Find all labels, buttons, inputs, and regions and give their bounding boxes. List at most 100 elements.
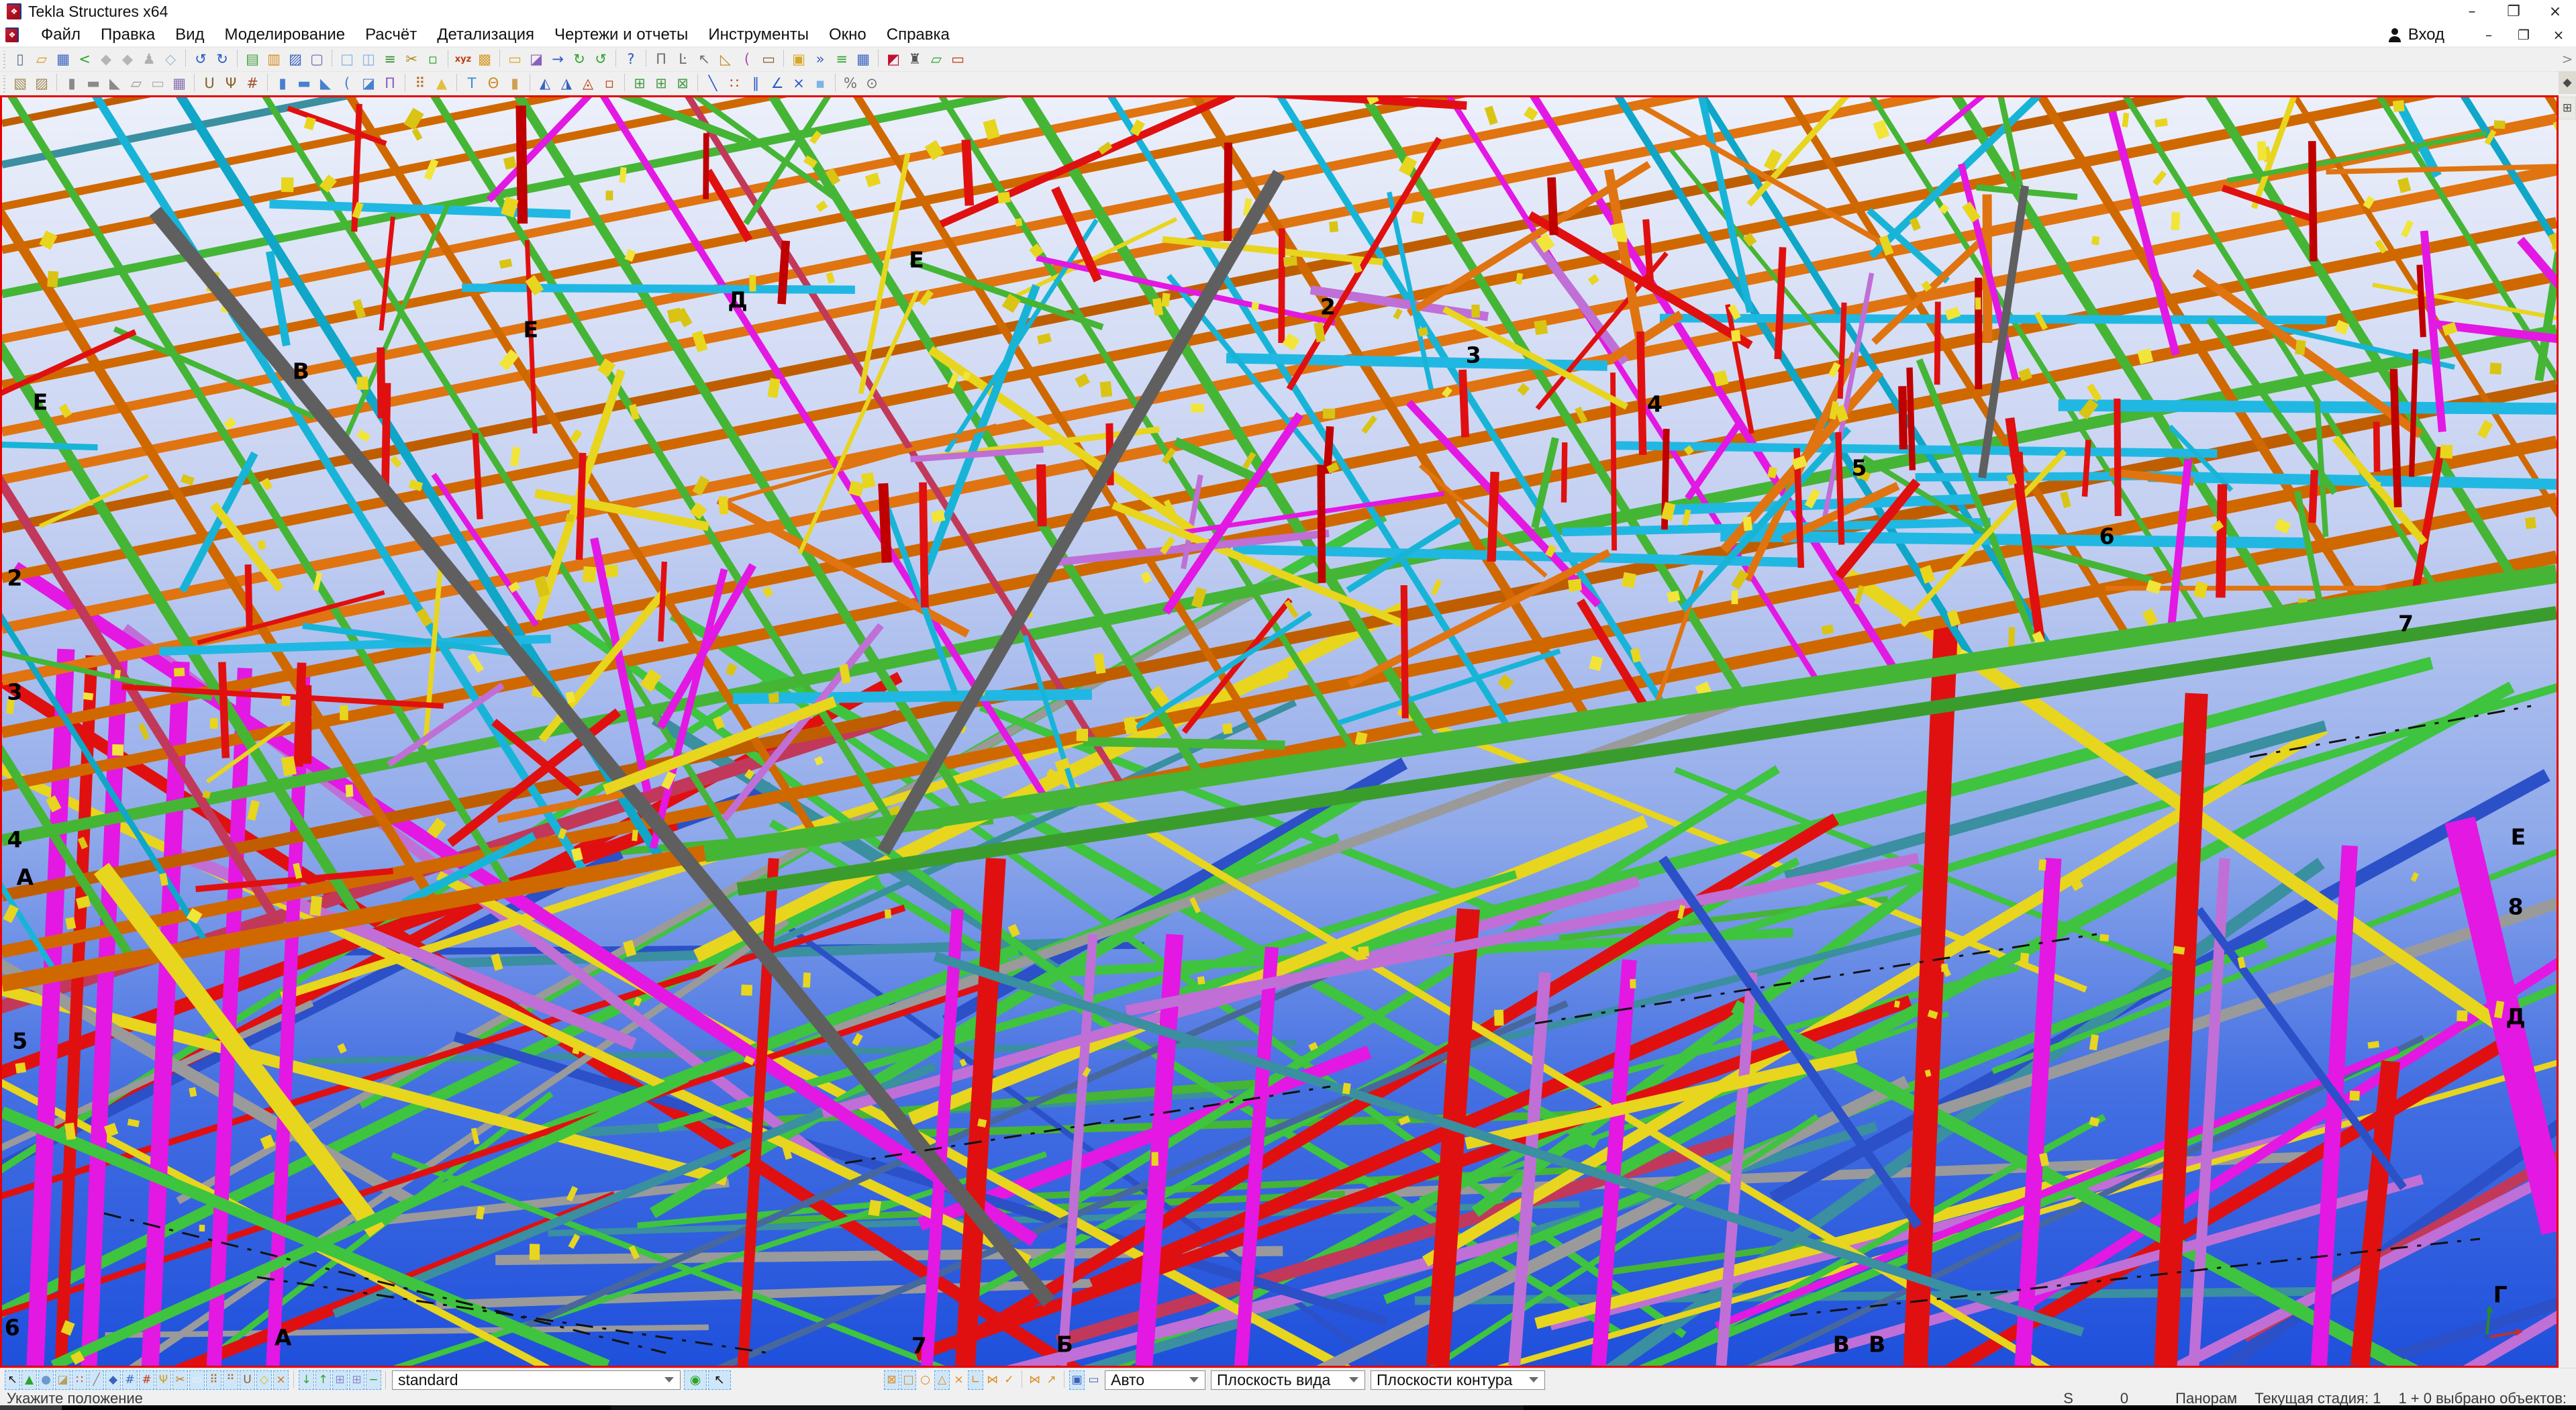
select-auxiliary[interactable]: × (273, 1370, 289, 1390)
measure-box-button[interactable]: ▪ (809, 74, 831, 94)
snap-override[interactable]: ▭ (1086, 1370, 1101, 1390)
steel-beam-button[interactable]: ▬ (83, 74, 104, 94)
restore-button[interactable]: ❐ (2493, 0, 2534, 23)
minimize-button[interactable]: – (2451, 0, 2493, 23)
model-close-button[interactable]: × (2541, 23, 2576, 46)
close-button[interactable]: × (2534, 0, 2576, 23)
smart-select[interactable]: ↖ (708, 1370, 731, 1390)
open-model-button[interactable]: ▱ (31, 50, 52, 70)
reference-cube-panel[interactable]: ◆ (2559, 71, 2576, 94)
user-gray-button[interactable]: ♟ (138, 50, 160, 70)
steel-plate-button[interactable]: ▱ (126, 74, 147, 94)
copy-button[interactable]: ▤ (242, 50, 263, 70)
ortho-toggle[interactable]: ▣ (1069, 1370, 1085, 1390)
snap-midpoint-triangle[interactable]: △ (934, 1370, 950, 1390)
select-welds[interactable]: ✂ (172, 1370, 188, 1390)
task-manager-button[interactable]: ≡ (831, 50, 852, 70)
select-cuts[interactable]: Ψ (156, 1370, 171, 1390)
clip-plane-button[interactable]: ◪ (526, 50, 547, 70)
select-components[interactable]: ▲ (21, 1370, 37, 1390)
menu-справка[interactable]: Справка (877, 26, 960, 44)
measure-angle-button[interactable]: ◺ (715, 50, 736, 70)
measure-free-button[interactable]: ↖ (693, 50, 715, 70)
filter-up[interactable]: ↑ (315, 1370, 331, 1390)
menu-вид[interactable]: Вид (165, 26, 214, 44)
circle-center-button[interactable]: ⊙ (861, 74, 883, 94)
select-views[interactable]: ▭ (189, 1370, 205, 1390)
paste-special-button[interactable]: ▨ (285, 50, 306, 70)
component-catalog-1-button[interactable]: ⊞ (629, 74, 650, 94)
select-plates[interactable]: ◇ (256, 1370, 272, 1390)
ratio-tool-button[interactable]: % (840, 74, 861, 94)
select-grid-lines[interactable]: # (139, 1370, 154, 1390)
layers-button[interactable]: ▩ (474, 50, 495, 70)
xyz-axes-button[interactable]: xyz (452, 50, 474, 70)
publish-shield-2-button[interactable]: ◆ (117, 50, 138, 70)
group-down[interactable]: ⊞ (332, 1370, 348, 1390)
applications-components-panel[interactable]: ⊞ (2559, 97, 2576, 119)
import-door-button[interactable]: ▢ (306, 50, 328, 70)
phase-manager-button[interactable]: ▣ (788, 50, 809, 70)
snap-any-position[interactable]: ⋈ (1027, 1370, 1042, 1390)
snap-combo-2[interactable]: Плоскости контура (1371, 1370, 1545, 1390)
snap-nearest-circle[interactable]: ○ (918, 1370, 933, 1390)
cylinder-item-button[interactable]: ▮ (504, 74, 526, 94)
pour-object-button[interactable]: Т (461, 74, 483, 94)
rebar-hand-button[interactable]: Ψ (220, 74, 242, 94)
export-arrow-button[interactable]: → (547, 50, 568, 70)
snap-combo-0[interactable]: Авто (1105, 1370, 1205, 1390)
measure-frame-button[interactable]: ▭ (758, 50, 779, 70)
menu-моделирование[interactable]: Моделирование (215, 26, 356, 44)
menu-правка[interactable]: Правка (91, 26, 165, 44)
share-model-button[interactable]: < (74, 50, 95, 70)
snap-intersection[interactable]: × (951, 1370, 967, 1390)
bolt-u-button[interactable]: U (199, 74, 220, 94)
create-item-box-button[interactable]: ▧ (9, 74, 31, 94)
snap-perpendicular[interactable]: ∟ (968, 1370, 983, 1390)
level-tool[interactable]: − (366, 1370, 381, 1390)
concrete-curved-beam-button[interactable]: ( (336, 74, 358, 94)
snap-free[interactable]: ✓ (1001, 1370, 1017, 1390)
rotate-ccw-button[interactable]: ↺ (590, 50, 611, 70)
measure-parallel-button[interactable]: ∥ (745, 74, 766, 94)
select-bolt-groups[interactable]: ⠿ (206, 1370, 221, 1390)
concrete-column-button[interactable]: ▮ (272, 74, 293, 94)
select-objects[interactable]: ◪ (55, 1370, 70, 1390)
snap-extension[interactable]: ⋈ (985, 1370, 1000, 1390)
menu-детализация[interactable]: Детализация (427, 26, 544, 44)
context-help-button[interactable]: ? (620, 50, 642, 70)
create-item-slab-button[interactable]: ▨ (31, 74, 52, 94)
select-filter-globe[interactable]: ◉ (684, 1370, 707, 1390)
measure-distance-button[interactable]: ╲ (702, 74, 724, 94)
undo-button[interactable]: ↺ (190, 50, 211, 70)
toolbar-grip[interactable] (2, 75, 7, 93)
fitting-cut-button[interactable]: ◭ (534, 74, 556, 94)
model-restore-button[interactable]: ❐ (2506, 23, 2541, 46)
snap-to-direction[interactable]: ↗ (1044, 1370, 1059, 1390)
steel-column-button[interactable]: ▮ (61, 74, 83, 94)
pour-break-button[interactable]: Θ (483, 74, 504, 94)
new-document-button[interactable]: ▯ (9, 50, 31, 70)
toolbar-grip[interactable] (2, 51, 7, 68)
reference-cube-button[interactable]: ◇ (160, 50, 181, 70)
component-catalog-3-button[interactable]: ⊠ (672, 74, 693, 94)
concrete-item-button[interactable]: П (379, 74, 401, 94)
tekla-online-flag-button[interactable]: ◩ (883, 50, 904, 70)
paste-button[interactable]: ▥ (263, 50, 285, 70)
model-minimize-button[interactable]: – (2471, 23, 2506, 46)
measure-arc-button[interactable]: ( (736, 50, 758, 70)
steel-slab-button[interactable]: ▭ (147, 74, 168, 94)
bolt-group-button[interactable]: ⠿ (409, 74, 431, 94)
snap-reference-points[interactable]: ⊠ (884, 1370, 899, 1390)
rotate-cw-button[interactable]: ↻ (568, 50, 590, 70)
menu-файл[interactable]: Файл (31, 26, 91, 44)
collapse-panel-chevron[interactable]: > (2559, 47, 2576, 71)
measure-cross-button[interactable]: × (788, 74, 809, 94)
steel-polybeam-button[interactable]: ◣ (104, 74, 126, 94)
select-marquee-button[interactable]: ▫ (422, 50, 444, 70)
measure-dots-button[interactable]: ∷ (724, 74, 745, 94)
menu-инструменты[interactable]: Инструменты (698, 26, 819, 44)
login-button[interactable]: Вход (2387, 26, 2444, 44)
new-window-button[interactable]: □ (336, 50, 358, 70)
group-up[interactable]: ⊞ (349, 1370, 364, 1390)
